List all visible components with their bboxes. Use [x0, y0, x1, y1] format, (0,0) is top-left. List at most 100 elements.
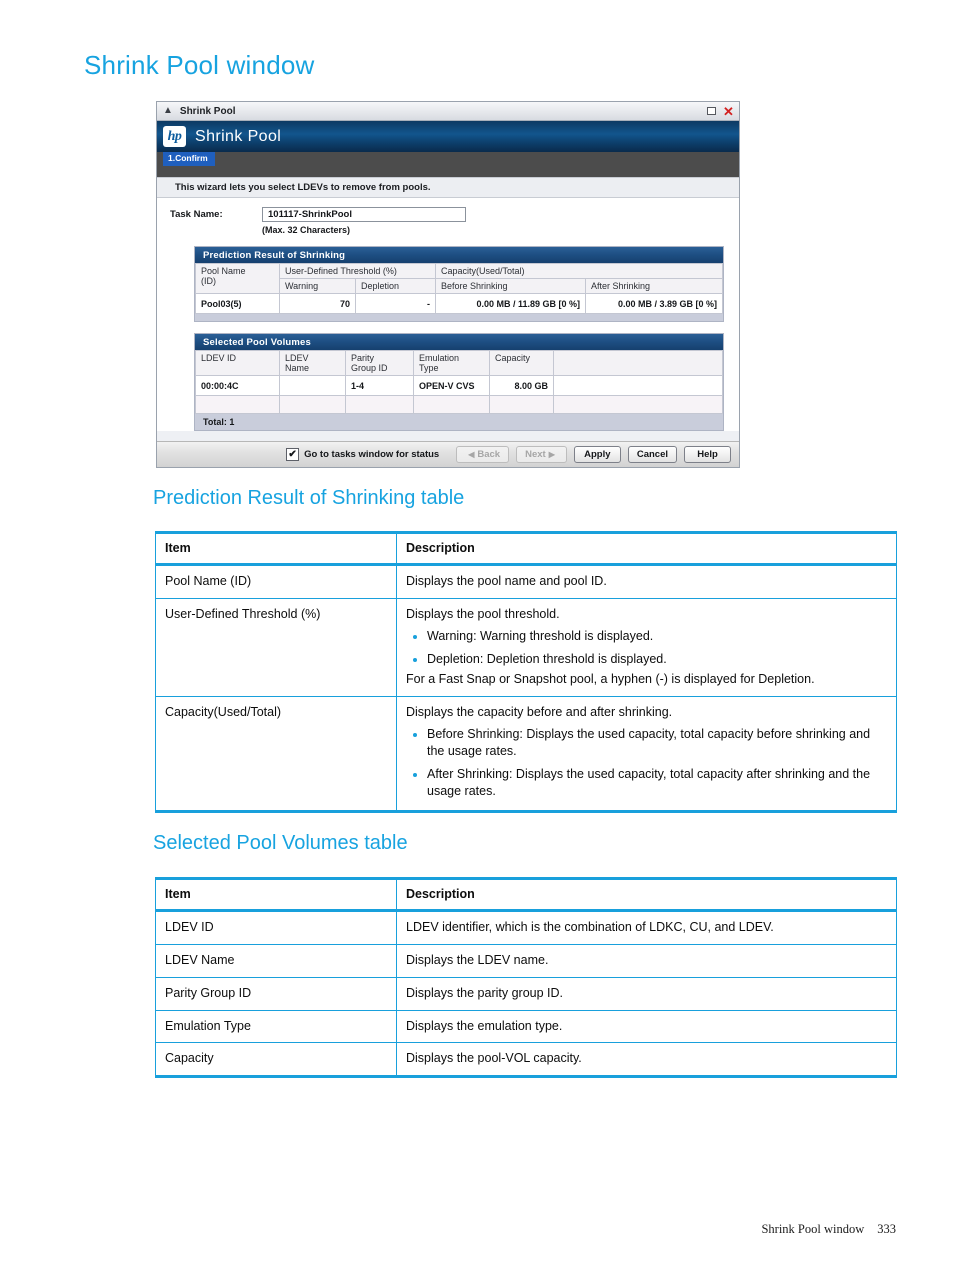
list-item: Before Shrinking: Displays the used capa… [406, 726, 887, 760]
cell-item: LDEV Name [155, 943, 397, 978]
arrow-left-icon: ◀ [468, 450, 475, 459]
maximize-button[interactable] [704, 104, 719, 119]
go-to-tasks-checkbox-wrap[interactable]: ✔ Go to tasks window for status [286, 448, 439, 461]
footer-title: Shrink Pool window [761, 1222, 865, 1236]
header-blank [553, 350, 723, 376]
cell-after-shrinking: 0.00 MB / 3.89 GB [0 %] [585, 293, 724, 314]
help-button[interactable]: Help [684, 446, 731, 463]
table-row: Capacity(Used/Total) Displays the capaci… [155, 696, 897, 813]
volumes-header-row: LDEV ID LDEV Name Parity Group ID Emulatio… [195, 350, 723, 376]
prediction-result-doc-table: Item Description Pool Name (ID) Displays… [155, 531, 897, 813]
description-lead: Displays the pool threshold. [406, 606, 560, 621]
app-header-title: Shrink Pool [195, 127, 282, 145]
cell-description: Displays the pool threshold. Warning: Wa… [396, 597, 897, 698]
cell-description: Displays the capacity before and after s… [396, 696, 897, 813]
task-name-input[interactable]: 101117-ShrinkPool [262, 207, 466, 222]
prediction-panel-heading: Prediction Result of Shrinking [195, 247, 723, 263]
section-title-selected-volumes: Selected Pool Volumes table [153, 832, 408, 854]
dialog-body: Task Name: 101117-ShrinkPool (Max. 32 Ch… [157, 198, 739, 431]
cell-description: Displays the pool name and pool ID. [396, 563, 897, 599]
description-lead: Displays the capacity before and after s… [406, 705, 673, 720]
header-pool-name-line2: (ID) [201, 276, 216, 286]
cell-extra [553, 375, 723, 396]
cell-item: Capacity(Used/Total) [155, 696, 397, 813]
cell-warning: 70 [279, 293, 356, 314]
header-before-shrinking: Before Shrinking [435, 278, 587, 294]
table-row-empty [195, 395, 723, 414]
header-pool-name: Pool Name (ID) [195, 263, 280, 294]
selected-pool-volumes-doc-table: Item Description LDEV ID LDEV identifier… [155, 877, 897, 1079]
cell-ldev-name [279, 375, 346, 396]
volumes-panel-heading: Selected Pool Volumes [195, 334, 723, 350]
description-lead: Displays the pool name and pool ID. [406, 573, 607, 588]
description-tail: For a Fast Snap or Snapshot pool, a hyph… [406, 672, 815, 687]
apply-button[interactable]: Apply [573, 446, 621, 463]
table-row: Pool Name (ID) Displays the pool name an… [155, 563, 897, 599]
next-button-label: Next [525, 449, 546, 460]
section-title-prediction: Prediction Result of Shrinking table [153, 487, 465, 509]
wizard-step-confirm[interactable]: 1.Confirm [163, 152, 215, 166]
cell-before-shrinking: 0.00 MB / 11.89 GB [0 %] [435, 293, 587, 314]
footer-page-number: 333 [877, 1222, 896, 1236]
cell-capacity: 8.00 GB [489, 375, 554, 396]
next-button[interactable]: Next ▶ [516, 446, 567, 463]
go-to-tasks-checkbox[interactable]: ✔ [286, 448, 300, 461]
cell-description: LDEV identifier, which is the combinatio… [396, 909, 897, 945]
doc-table-header-row: Item Description [155, 531, 897, 566]
column-header-description: Description [396, 877, 897, 912]
cell-item: Capacity [155, 1042, 397, 1079]
description-bullet-list: Warning: Warning threshold is displayed.… [406, 628, 887, 668]
column-header-description: Description [396, 531, 897, 566]
prediction-result-grid: Pool Name (ID) User-Defined Threshold (%)… [195, 263, 724, 314]
cell-empty [195, 395, 280, 414]
header-emulation-line2: Type [419, 363, 439, 373]
column-header-item: Item [155, 531, 397, 566]
wizard-description: This wizard lets you select LDEVs to rem… [157, 177, 739, 198]
table-row: User-Defined Threshold (%) Displays the … [155, 597, 897, 698]
back-button-label: Back [477, 449, 501, 460]
table-row: LDEV ID LDEV identifier, which is the co… [155, 909, 897, 945]
header-after-shrinking: After Shrinking [585, 278, 724, 294]
prediction-result-panel: Prediction Result of Shrinking Pool Name… [194, 246, 724, 322]
header-ldev-name-line1: LDEV [285, 353, 309, 363]
header-user-defined-threshold: User-Defined Threshold (%) [278, 263, 437, 279]
table-row: LDEV Name Displays the LDEV name. [155, 943, 897, 978]
table-row: Emulation Type Displays the emulation ty… [155, 1009, 897, 1044]
cell-empty [279, 395, 346, 414]
table-row[interactable]: Pool03(5) 70 - 0.00 MB / 11.89 GB [0 %] … [195, 293, 724, 314]
cell-item: User-Defined Threshold (%) [155, 597, 397, 698]
cell-empty [345, 395, 414, 414]
task-name-row: Task Name: 101117-ShrinkPool [157, 207, 739, 222]
header-capacity-used-total: Capacity(Used/Total) [435, 263, 724, 279]
list-item: Warning: Warning threshold is displayed. [406, 628, 887, 645]
header-emulation-type: Emulation Type [413, 350, 490, 376]
dialog-app-header: hp Shrink Pool [157, 121, 739, 152]
cell-description: Displays the pool-VOL capacity. [396, 1042, 897, 1079]
list-item: Depletion: Depletion threshold is displa… [406, 651, 887, 668]
hp-logo-icon: hp [163, 126, 186, 147]
task-name-hint: (Max. 32 Characters) [262, 225, 351, 235]
cell-description: Displays the parity group ID. [396, 976, 897, 1011]
close-button[interactable]: ✕ [721, 104, 736, 119]
cancel-button[interactable]: Cancel [627, 446, 677, 463]
header-ldev-name: LDEV Name [279, 350, 346, 376]
hp-logo-text: hp [167, 128, 182, 144]
cell-description: Displays the emulation type. [396, 1009, 897, 1044]
description-bullet-list: Before Shrinking: Displays the used capa… [406, 726, 887, 800]
task-name-label: Task Name: [170, 209, 223, 220]
header-ldev-name-line2: Name [285, 363, 310, 373]
header-ldev-id: LDEV ID [195, 350, 280, 376]
header-parity-line1: Parity [351, 353, 375, 363]
selected-pool-volumes-panel: Selected Pool Volumes LDEV ID LDEV Name P… [194, 333, 724, 431]
prediction-panel-padding [195, 314, 723, 321]
header-capacity: Capacity [489, 350, 554, 376]
chevron-up-double-icon[interactable]: ▲ [163, 106, 173, 116]
table-row: Parity Group ID Displays the parity grou… [155, 976, 897, 1011]
page-title: Shrink Pool window [84, 50, 315, 80]
cell-empty [413, 395, 490, 414]
back-button[interactable]: ◀ Back [456, 446, 510, 463]
shrink-pool-dialog: ▲ Shrink Pool ✕ hp Shrink Pool 1.Confirm… [156, 101, 740, 468]
table-row[interactable]: 00:00:4C 1-4 OPEN-V CVS 8.00 GB [195, 375, 723, 396]
maximize-icon [707, 107, 716, 115]
cell-pool-name: Pool03(5) [195, 293, 280, 314]
